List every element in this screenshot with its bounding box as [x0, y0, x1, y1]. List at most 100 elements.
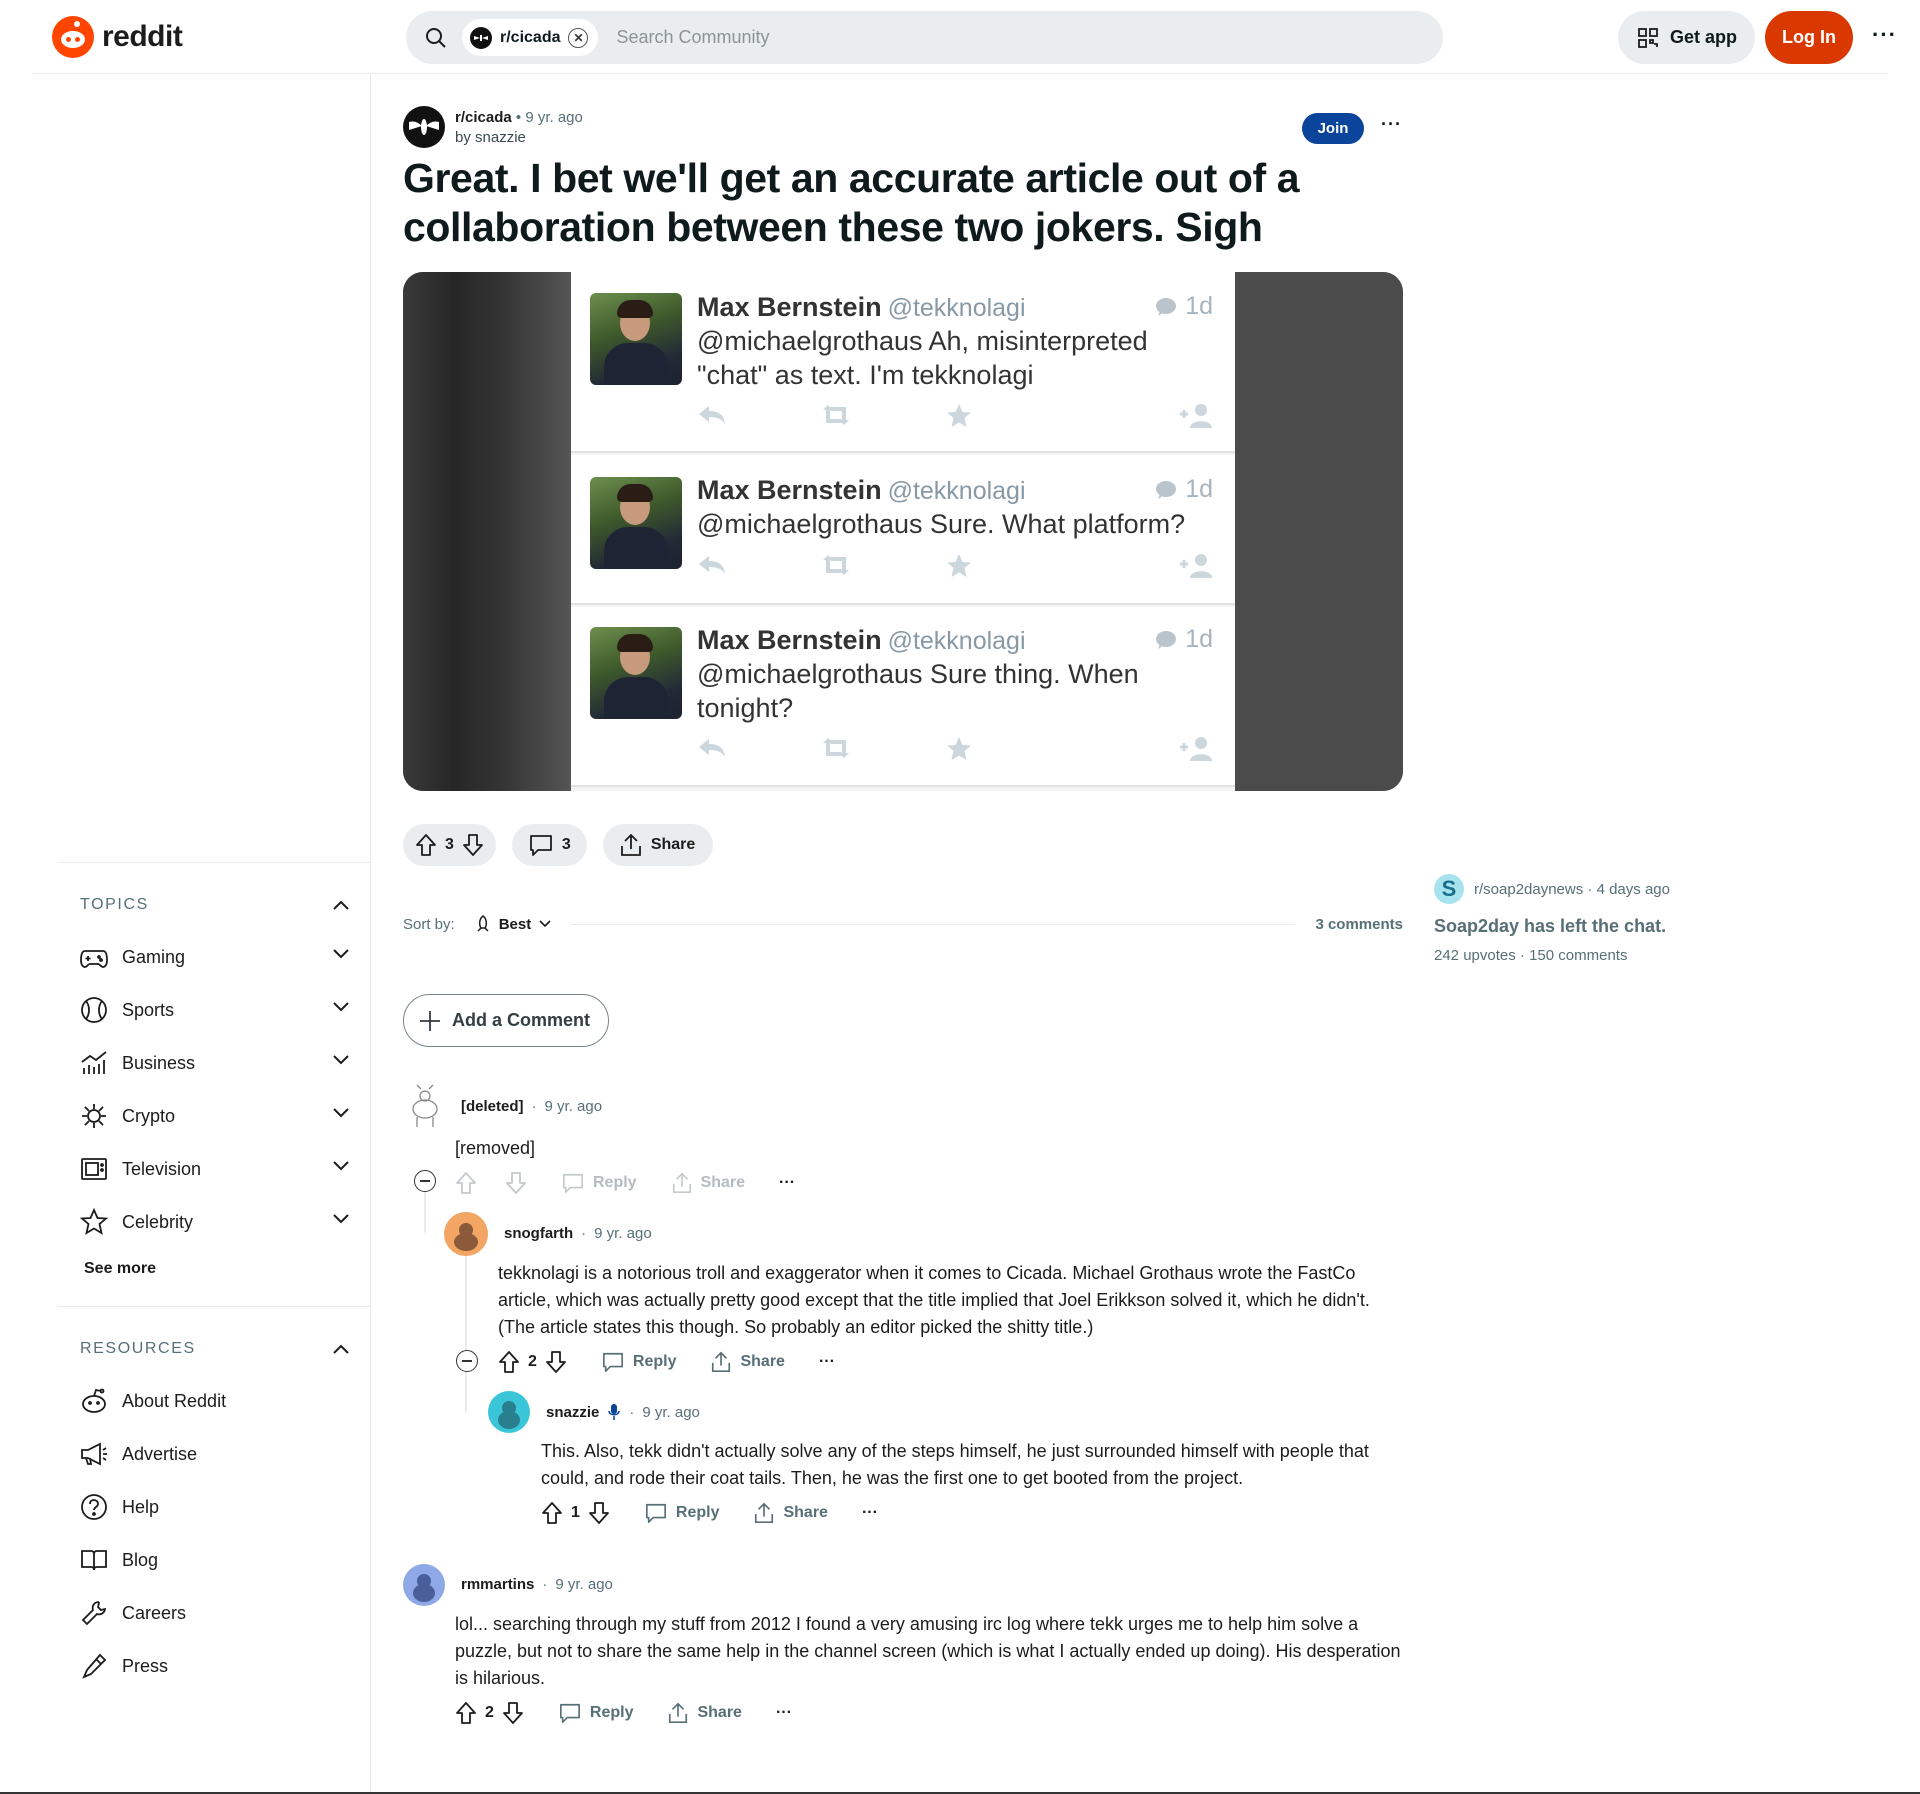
- get-app-button[interactable]: Get app: [1618, 11, 1756, 64]
- search-input[interactable]: Search Community: [616, 27, 769, 48]
- comment-author[interactable]: snogfarth: [504, 1225, 573, 1242]
- comment-score: 2: [528, 1353, 537, 1370]
- upvote-icon[interactable]: [455, 1171, 477, 1195]
- follow-icon: [1180, 737, 1212, 761]
- sidebar-item-celebrity[interactable]: Celebrity: [80, 1208, 350, 1235]
- comment-author[interactable]: [deleted]: [461, 1098, 524, 1115]
- comment-author[interactable]: rmmartins: [461, 1576, 534, 1593]
- tweet-time: 1d: [1155, 292, 1213, 321]
- chevron-down-icon: [539, 920, 551, 928]
- post-image[interactable]: Max Bernstein @tekknolagi 1d @michaelgrot…: [403, 272, 1403, 791]
- downvote-icon[interactable]: [502, 1701, 524, 1725]
- sidebar-item-sports[interactable]: Sports: [80, 997, 350, 1023]
- join-button[interactable]: Join: [1302, 113, 1364, 144]
- downvote-icon[interactable]: [588, 1501, 610, 1525]
- post-more-icon[interactable]: ···: [1381, 114, 1402, 135]
- vote-group: 2: [455, 1701, 524, 1725]
- add-comment-button[interactable]: Add a Comment: [403, 994, 610, 1047]
- comment-count: 3: [561, 836, 571, 853]
- more-options-icon[interactable]: ···: [1872, 22, 1897, 48]
- more-options-icon[interactable]: ···: [779, 1174, 795, 1192]
- search-community-chip[interactable]: r/cicada ✕: [462, 19, 599, 56]
- upvote-icon[interactable]: [498, 1350, 520, 1374]
- topics-title: TOPICS: [80, 896, 149, 913]
- upvote-icon[interactable]: [415, 833, 437, 857]
- upvote-icon[interactable]: [541, 1501, 563, 1525]
- sidebar-item-about-reddit[interactable]: About Reddit: [80, 1388, 350, 1413]
- downvote-icon[interactable]: [545, 1350, 567, 1374]
- comment-avatar[interactable]: [488, 1391, 530, 1433]
- collapse-thread-icon[interactable]: [414, 1170, 436, 1192]
- sidebar-item-careers[interactable]: Careers: [80, 1599, 350, 1627]
- sidebar-item-press[interactable]: Press: [80, 1653, 350, 1679]
- reply-icon: [699, 556, 725, 574]
- comment-total: 3 comments: [1315, 915, 1403, 933]
- topics-header[interactable]: TOPICS: [80, 893, 350, 917]
- clear-chip-icon[interactable]: ✕: [568, 27, 589, 48]
- sidebar-item-blog[interactable]: Blog: [80, 1548, 350, 1572]
- more-options-icon[interactable]: ···: [862, 1504, 878, 1522]
- see-more-label: See more: [84, 1260, 157, 1277]
- tweet-handle: @tekknolagi: [887, 294, 1026, 322]
- meta-separator: •: [515, 109, 526, 126]
- sidebar-item-help[interactable]: Help: [80, 1494, 350, 1520]
- sidebar-item-crypto[interactable]: Crypto: [80, 1104, 350, 1128]
- comment-avatar[interactable]: [444, 1212, 488, 1256]
- sidebar-rule: [58, 1306, 370, 1307]
- sidebar-item-label: Sports: [122, 999, 175, 1020]
- sort-label: Sort by:: [403, 915, 455, 933]
- downvote-icon[interactable]: [462, 833, 484, 857]
- sidebar-item-advertise[interactable]: Advertise: [80, 1442, 350, 1466]
- chevron-up-icon: [333, 900, 349, 910]
- sidebar-item-business[interactable]: Business: [80, 1051, 350, 1075]
- share-button[interactable]: Share: [671, 1171, 745, 1195]
- comment-author[interactable]: snazzie: [546, 1404, 599, 1421]
- collapse-thread-icon[interactable]: [456, 1350, 478, 1372]
- more-options-icon[interactable]: ···: [776, 1704, 792, 1722]
- reply-button[interactable]: Reply: [644, 1502, 719, 1524]
- sidebar-item-gaming[interactable]: Gaming: [80, 945, 350, 969]
- share-button[interactable]: Share: [753, 1501, 828, 1525]
- comment-avatar[interactable]: [403, 1564, 445, 1606]
- share-button[interactable]: Share: [667, 1701, 742, 1725]
- sidebar-item-label: Careers: [122, 1602, 187, 1623]
- reply-button[interactable]: Reply: [561, 1172, 637, 1194]
- share-button[interactable]: Share: [602, 824, 714, 866]
- search-bar[interactable]: r/cicada ✕ Search Community: [406, 11, 1443, 64]
- comment-actions: 2 Reply Share ···: [455, 1698, 826, 1728]
- see-more-link[interactable]: See more: [80, 1257, 350, 1281]
- comment-author-row: rmmartins · 9 yr. ago: [461, 1576, 613, 1593]
- tweet-author: Max Bernstein @tekknolagi: [697, 475, 1026, 505]
- comment-author-row: snazzie · 9 yr. ago: [546, 1403, 700, 1421]
- subreddit-avatar[interactable]: [403, 106, 445, 148]
- sidebar-item-label: Help: [122, 1496, 160, 1517]
- gamepad-icon: [80, 945, 110, 969]
- comment-score: 1: [571, 1504, 580, 1521]
- downvote-icon[interactable]: [505, 1171, 527, 1195]
- share-icon: [669, 1702, 688, 1723]
- upvote-icon[interactable]: [455, 1701, 477, 1725]
- comments-button[interactable]: 3: [511, 824, 587, 866]
- sidebar-item-label: Press: [122, 1655, 169, 1676]
- vote-group: 2: [498, 1350, 567, 1374]
- related-post-title[interactable]: Soap2day has left the chat.: [1434, 916, 1734, 937]
- more-options-icon[interactable]: ···: [819, 1353, 835, 1371]
- comment-icon: [645, 1503, 666, 1523]
- plus-icon: [420, 1010, 440, 1031]
- logo-text: reddit: [102, 20, 183, 53]
- resources-header[interactable]: RESOURCES: [80, 1337, 350, 1361]
- sort-dropdown[interactable]: Best: [475, 915, 552, 933]
- reddit-logo[interactable]: reddit: [52, 16, 183, 58]
- sidebar-item-television[interactable]: Television: [80, 1157, 350, 1181]
- wrench-icon: [80, 1599, 110, 1627]
- post-author[interactable]: by snazzie: [455, 129, 526, 146]
- reply-button[interactable]: Reply: [558, 1702, 633, 1724]
- related-post-card[interactable]: S r/soap2daynews · 4 days ago Soap2day h…: [1434, 874, 1734, 964]
- subreddit-link[interactable]: r/cicada: [455, 109, 512, 126]
- post-actions: 3 3 Share: [403, 824, 714, 866]
- related-subreddit[interactable]: r/soap2daynews: [1474, 881, 1583, 898]
- comment-age: 9 yr. ago: [642, 1403, 700, 1421]
- log-in-button[interactable]: Log In: [1765, 11, 1853, 64]
- share-button[interactable]: Share: [710, 1350, 785, 1374]
- reply-button[interactable]: Reply: [601, 1351, 676, 1373]
